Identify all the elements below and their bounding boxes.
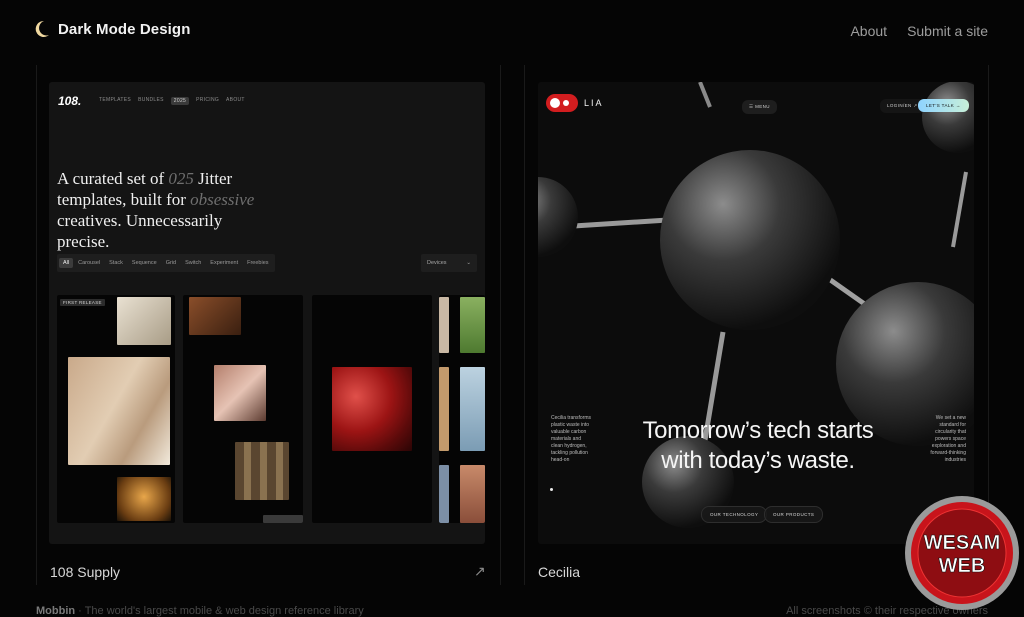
preview-products-button: OUR PRODUCTS (764, 506, 824, 523)
preview-filter: Grid (165, 260, 177, 266)
preview-nav-item: ABOUT (226, 97, 245, 103)
headline-text: creatives. Unnecessarily precise. (57, 211, 223, 251)
headline-italic: obsessive (190, 190, 255, 209)
headline-italic: 025 (168, 169, 194, 188)
template-tile (183, 295, 303, 523)
preview-headline: Tomorrow’s tech starts with today’s waste… (638, 416, 878, 476)
brand-title: Dark Mode Design (58, 20, 191, 38)
preview-filter: Stack (109, 260, 123, 266)
nav-about-link[interactable]: About (850, 23, 887, 39)
footer-brand[interactable]: Mobbin (36, 605, 75, 617)
preview-nav: TEMPLATES BUNDLES 2025 PRICING ABOUT (99, 97, 245, 105)
photo-thumbnail (235, 442, 289, 500)
preview-talk-button: LET'S TALK → (918, 99, 969, 112)
preview-logo: LIA (546, 94, 604, 112)
headline-text: templates, built for (57, 190, 191, 209)
headline-line: with today’s waste. (661, 447, 855, 474)
preview-filter: Freebies (247, 260, 269, 266)
preview-nav-badge: 2025 (170, 97, 190, 105)
photo-thumbnail (460, 465, 485, 523)
preview-menu-button: ☰ MENU (742, 100, 777, 114)
photo-thumbnail (460, 297, 485, 353)
preview-devices-select: Devices ⌄ (421, 254, 477, 272)
card-title-cecilia[interactable]: Cecilia (538, 564, 580, 580)
column-divider (524, 65, 525, 585)
preview-filter: Switch (185, 260, 202, 266)
watermark-text: WESAM (924, 532, 1001, 554)
template-tile: FIRST RELEASE (57, 295, 175, 523)
photo-thumbnail (332, 367, 412, 451)
headline-line: Tomorrow’s tech starts (642, 417, 874, 444)
preview-technology-button: OUR TECHNOLOGY (701, 506, 768, 523)
cecilia-logo-badge (546, 94, 578, 112)
preview-logo-text: LIA (584, 98, 604, 108)
tile-badge: FIRST RELEASE (60, 299, 105, 306)
photo-thumbnail (460, 367, 485, 451)
watermark-text: WEB (939, 555, 986, 577)
top-nav: About Submit a site (850, 23, 988, 39)
template-tile (439, 295, 485, 523)
preview-filter: All (59, 258, 74, 268)
preview-filter: Experiment (210, 260, 239, 266)
sphere (922, 82, 974, 153)
top-bar: Dark Mode Design About Submit a site (0, 0, 1024, 62)
photo-thumbnail (439, 465, 449, 523)
photo-thumbnail (117, 297, 171, 345)
preview-filter-bar: All Carousel Stack Sequence Grid Switch … (57, 254, 275, 272)
footer-left: Mobbin · The world's largest mobile & we… (36, 605, 364, 617)
preview-filter: Carousel (78, 260, 101, 266)
external-arrow-icon[interactable]: ↗ (474, 563, 486, 580)
column-divider (36, 65, 37, 585)
scroll-indicator-dot (550, 488, 553, 491)
footer-tagline: · The world's largest mobile & web desig… (78, 605, 364, 617)
preview-logo: 108. (58, 94, 82, 108)
photo-thumbnail (214, 365, 266, 421)
sphere (538, 177, 578, 257)
preview-headline: A curated set of 025 Jitter templates, bu… (57, 168, 267, 252)
card-title-108-supply[interactable]: 108 Supply (50, 564, 120, 580)
photo-thumbnail (68, 357, 170, 465)
preview-nav-item: BUNDLES (138, 97, 164, 103)
preview-nav-item: TEMPLATES (99, 97, 132, 103)
preview-nav-item: PRICING (196, 97, 220, 103)
footer: Mobbin · The world's largest mobile & we… (36, 605, 988, 617)
brand[interactable]: Dark Mode Design (34, 20, 190, 38)
photo-thumbnail (189, 297, 241, 335)
sphere (660, 150, 840, 330)
column-divider (500, 65, 501, 585)
chevron-down-icon: ⌄ (466, 260, 471, 266)
photo-thumbnail (263, 515, 303, 523)
photo-thumbnail (117, 477, 171, 521)
crescent-moon-icon (35, 20, 49, 37)
photo-thumbnail (439, 367, 449, 451)
preview-right-copy: We set a new standard for circularity th… (930, 415, 966, 463)
site-preview-cecilia[interactable]: LIA ☰ MENU LOGIN/EN ↗ LET'S TALK → Cecil… (538, 82, 974, 544)
nav-submit-link[interactable]: Submit a site (907, 23, 988, 39)
photo-thumbnail (439, 297, 449, 353)
site-preview-108-supply[interactable]: 108. TEMPLATES BUNDLES 2025 PRICING ABOU… (49, 82, 485, 544)
template-tile (312, 295, 432, 523)
wesam-web-watermark-logo: WESAM WEB (905, 496, 1019, 610)
headline-text: A curated set of (57, 169, 169, 188)
devices-label: Devices (427, 260, 447, 266)
preview-left-copy: Cecilia transforms plastic waste into va… (551, 415, 592, 463)
headline-text: Jitter (193, 169, 233, 188)
preview-filter: Sequence (131, 260, 157, 266)
